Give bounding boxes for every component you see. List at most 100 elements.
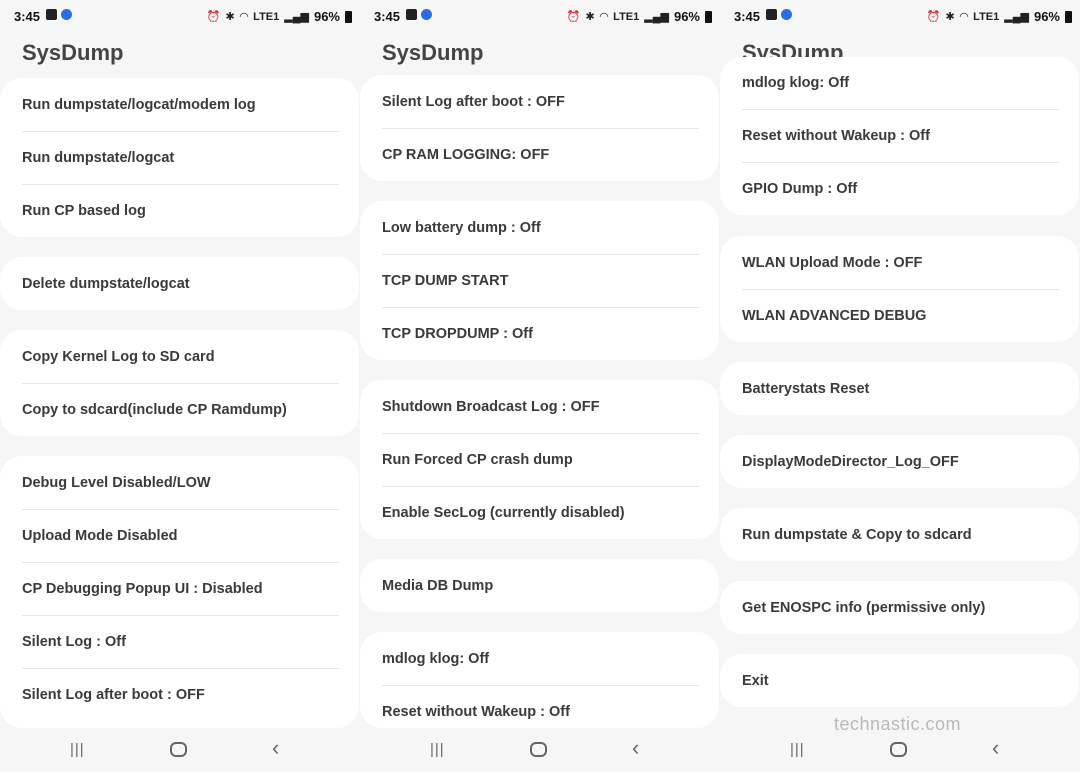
signal-icon: ▂▄▆	[1004, 11, 1029, 23]
menu-item-tcp-dropdump[interactable]: TCP DROPDUMP : Off	[360, 307, 719, 360]
image-icon	[766, 9, 777, 20]
image-icon	[406, 9, 417, 20]
menu-item-silent-log-after-boot[interactable]: Silent Log after boot : OFF	[360, 75, 719, 128]
status-time: 3:45	[374, 9, 401, 24]
menu-item-run-dumpstate-logcat[interactable]: Run dumpstate/logcat	[0, 131, 359, 184]
menu-item-gpio-dump[interactable]: GPIO Dump : Off	[720, 162, 1079, 215]
menu-item-run-dumpstate-copy[interactable]: Run dumpstate & Copy to sdcard	[720, 508, 1079, 561]
menu-item-exit[interactable]: Exit	[720, 654, 1079, 707]
menu-item-cp-debugging-popup[interactable]: CP Debugging Popup UI : Disabled	[0, 562, 359, 615]
volte-icon: LTE1	[253, 10, 280, 23]
menu-item-debug-level[interactable]: Debug Level Disabled/LOW	[0, 456, 359, 509]
menu-card: mdlog klog: Off Reset without Wakeup : O…	[360, 632, 719, 728]
alarm-icon: ⏰	[566, 11, 581, 23]
menu-item-forced-cp-crash-dump[interactable]: Run Forced CP crash dump	[360, 433, 719, 486]
home-icon[interactable]	[890, 742, 907, 757]
status-left-icons	[46, 9, 72, 20]
menu-card: Get ENOSPC info (permissive only)	[720, 581, 1079, 634]
battery-percent: 96%	[673, 9, 700, 24]
navigation-bar: ||| ‹	[360, 728, 720, 772]
status-left-icons	[406, 9, 432, 20]
image-icon	[46, 9, 57, 20]
home-icon[interactable]	[170, 742, 187, 757]
menu-item-delete-dumpstate[interactable]: Delete dumpstate/logcat	[0, 257, 359, 310]
recent-apps-icon[interactable]: |||	[430, 741, 445, 758]
menu-item-copy-kernel-log[interactable]: Copy Kernel Log to SD card	[0, 330, 359, 383]
menu-item-tcp-dump-start[interactable]: TCP DUMP START	[360, 254, 719, 307]
menu-card: Run dumpstate/logcat/modem log Run dumps…	[0, 78, 359, 237]
alarm-icon: ⏰	[206, 11, 221, 23]
wifi-icon: ◠	[599, 11, 609, 23]
bluetooth-icon: ✱	[945, 11, 955, 23]
watermark: technastic.com	[834, 714, 962, 734]
wifi-icon: ◠	[239, 11, 249, 23]
volte-icon: LTE1	[973, 10, 1000, 23]
menu-item-run-dumpstate-logcat-modem[interactable]: Run dumpstate/logcat/modem log	[0, 78, 359, 131]
status-time: 3:45	[14, 9, 41, 24]
menu-item-get-enospc-info[interactable]: Get ENOSPC info (permissive only)	[720, 581, 1079, 634]
page-title: SysDump	[382, 40, 484, 65]
menu-card: Run dumpstate & Copy to sdcard	[720, 508, 1079, 561]
menu-item-displaymodedirector-log[interactable]: DisplayModeDirector_Log_OFF	[720, 435, 1079, 488]
status-right-icons: ⏰ ✱ ◠ LTE1 ▂▄▆ 96%	[927, 9, 1072, 24]
app-badge-icon	[421, 9, 432, 20]
menu-item-copy-to-sdcard[interactable]: Copy to sdcard(include CP Ramdump)	[0, 383, 359, 436]
back-icon[interactable]: ‹	[632, 735, 639, 761]
wifi-icon: ◠	[959, 11, 969, 23]
status-right-icons: ⏰ ✱ ◠ LTE1 ▂▄▆ 96%	[567, 9, 712, 24]
app-badge-icon	[781, 9, 792, 20]
menu-item-cp-ram-logging[interactable]: CP RAM LOGGING: OFF	[360, 128, 719, 181]
menu-item-enable-seclog[interactable]: Enable SecLog (currently disabled)	[360, 486, 719, 539]
menu-card: DisplayModeDirector_Log_OFF	[720, 435, 1079, 488]
menu-item-batterystats-reset[interactable]: Batterystats Reset	[720, 362, 1079, 415]
alarm-icon: ⏰	[926, 11, 941, 23]
menu-item-upload-mode[interactable]: Upload Mode Disabled	[0, 509, 359, 562]
menu-card: mdlog klog: Off Reset without Wakeup : O…	[720, 57, 1079, 215]
menu-item-reset-without-wakeup[interactable]: Reset without Wakeup : Off	[720, 109, 1079, 162]
menu-item-run-cp-based-log[interactable]: Run CP based log	[0, 184, 359, 237]
navigation-bar: ||| ‹	[0, 728, 360, 772]
bluetooth-icon: ✱	[585, 11, 595, 23]
home-icon[interactable]	[530, 742, 547, 757]
menu-card: Debug Level Disabled/LOW Upload Mode Dis…	[0, 456, 359, 728]
page-title: SysDump	[22, 40, 124, 65]
menu-item-media-db-dump[interactable]: Media DB Dump	[360, 559, 719, 612]
battery-icon	[345, 10, 352, 23]
menu-item-mdlog-klog[interactable]: mdlog klog: Off	[720, 57, 1079, 109]
menu-item-low-battery-dump[interactable]: Low battery dump : Off	[360, 201, 719, 254]
status-bar: 3:45 ⏰ ✱ ◠ LTE1 ▂▄▆ 96%	[360, 0, 720, 32]
back-icon[interactable]: ‹	[272, 735, 279, 761]
menu-card: Delete dumpstate/logcat	[0, 257, 359, 310]
screen-1: 3:45 ⏰ ✱ ◠ LTE1 ▂▄▆ 96% SysDump Run dump…	[0, 0, 360, 772]
battery-percent: 96%	[313, 9, 340, 24]
menu-item-mdlog-klog[interactable]: mdlog klog: Off	[360, 632, 719, 685]
status-left-icons	[766, 9, 792, 20]
menu-item-silent-log-after-boot[interactable]: Silent Log after boot : OFF	[0, 668, 359, 721]
screen-3: 3:45 ⏰ ✱ ◠ LTE1 ▂▄▆ 96% SysDump mdlog kl…	[720, 0, 1080, 772]
signal-icon: ▂▄▆	[644, 11, 669, 23]
bluetooth-icon: ✱	[225, 11, 235, 23]
menu-item-silent-log[interactable]: Silent Log : Off	[0, 615, 359, 668]
back-icon[interactable]: ‹	[992, 735, 999, 761]
menu-card: Shutdown Broadcast Log : OFF Run Forced …	[360, 380, 719, 539]
menu-card: Silent Log after boot : OFF CP RAM LOGGI…	[360, 75, 719, 181]
battery-percent: 96%	[1033, 9, 1060, 24]
menu-item-reset-without-wakeup[interactable]: Reset without Wakeup : Off	[360, 685, 719, 728]
recent-apps-icon[interactable]: |||	[70, 741, 85, 758]
battery-icon	[1065, 10, 1072, 23]
menu-card: Exit	[720, 654, 1079, 707]
recent-apps-icon[interactable]: |||	[790, 741, 805, 758]
menu-item-wlan-upload-mode[interactable]: WLAN Upload Mode : OFF	[720, 236, 1079, 289]
app-badge-icon	[61, 9, 72, 20]
menu-card: Media DB Dump	[360, 559, 719, 612]
menu-item-shutdown-broadcast-log[interactable]: Shutdown Broadcast Log : OFF	[360, 380, 719, 433]
menu-item-wlan-advanced-debug[interactable]: WLAN ADVANCED DEBUG	[720, 289, 1079, 342]
battery-icon	[705, 10, 712, 23]
signal-icon: ▂▄▆	[284, 11, 309, 23]
status-time: 3:45	[734, 9, 761, 24]
menu-card: Batterystats Reset	[720, 362, 1079, 415]
menu-card: Low battery dump : Off TCP DUMP START TC…	[360, 201, 719, 360]
menu-card: WLAN Upload Mode : OFF WLAN ADVANCED DEB…	[720, 236, 1079, 342]
status-right-icons: ⏰ ✱ ◠ LTE1 ▂▄▆ 96%	[207, 9, 352, 24]
volte-icon: LTE1	[613, 10, 640, 23]
